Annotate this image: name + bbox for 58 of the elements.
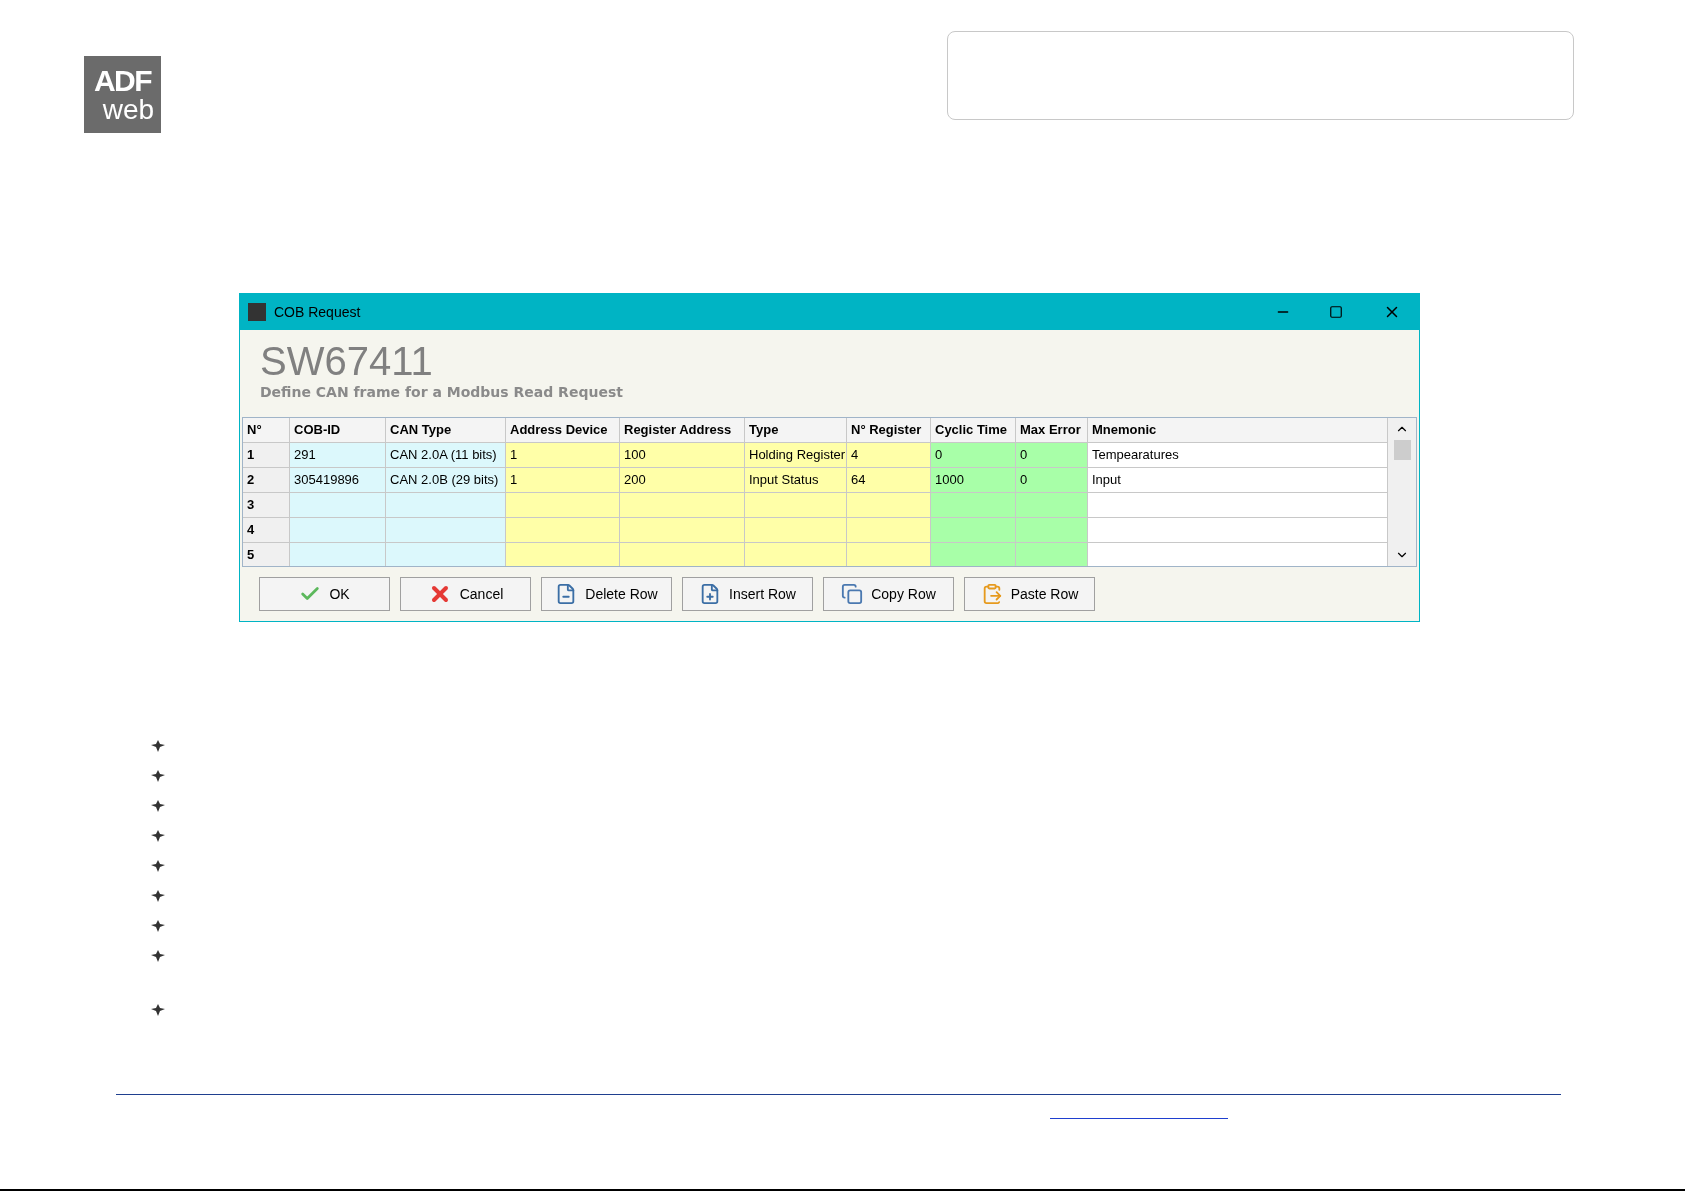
- table-cell: CAN 2.0B (29 bits): [386, 468, 506, 493]
- maximize-icon[interactable]: [1329, 305, 1343, 319]
- app-icon: [248, 303, 266, 321]
- table-cell: Tempearatures: [1088, 443, 1388, 468]
- column-header[interactable]: Cyclic Time: [931, 418, 1016, 443]
- scrollbar[interactable]: [1388, 418, 1416, 566]
- dialog-button[interactable]: Copy Row: [823, 577, 954, 611]
- table-cell: 0: [1016, 468, 1088, 493]
- dialog-button[interactable]: Insert Row: [682, 577, 813, 611]
- bullet-icon: [151, 950, 165, 962]
- dialog-button[interactable]: Cancel: [400, 577, 531, 611]
- row-number: 5: [243, 543, 290, 566]
- bullet-icon: [151, 830, 165, 842]
- column-header[interactable]: Type: [745, 418, 847, 443]
- logo-text: ADF: [93, 65, 152, 96]
- table-cell: 4: [847, 443, 931, 468]
- table-cell: 305419896: [290, 468, 386, 493]
- column-header[interactable]: N°: [243, 418, 290, 443]
- bullet-icon: [151, 860, 165, 872]
- bullet-icon: [151, 740, 165, 752]
- column-header[interactable]: Register Address: [620, 418, 745, 443]
- table-cell: 1: [506, 443, 620, 468]
- row-number: 2: [243, 468, 290, 493]
- table-cell: Input Status: [745, 468, 847, 493]
- table-cell: 64: [847, 468, 931, 493]
- scroll-thumb[interactable]: [1393, 440, 1411, 460]
- bullet-icon: [151, 800, 165, 812]
- dialog-button[interactable]: OK: [259, 577, 390, 611]
- logo-text: web: [102, 95, 155, 124]
- table-cell: 0: [931, 443, 1016, 468]
- window-title: COB Request: [274, 302, 361, 322]
- table-cell: 1: [506, 468, 620, 493]
- table-cell: CAN 2.0A (11 bits): [386, 443, 506, 468]
- column-header[interactable]: CAN Type: [386, 418, 506, 443]
- column-header[interactable]: N° Register: [847, 418, 931, 443]
- dialog-button[interactable]: Delete Row: [541, 577, 672, 611]
- table-cell: Input: [1088, 468, 1388, 493]
- table-cell: 200: [620, 468, 745, 493]
- bullet-icon: [151, 770, 165, 782]
- table-cell: 0: [1016, 443, 1088, 468]
- table-cell: 100: [620, 443, 745, 468]
- copy-icon: [841, 583, 864, 605]
- row-number: 1: [243, 443, 290, 468]
- column-header[interactable]: Address Device: [506, 418, 620, 443]
- bullet-icon: [151, 1004, 165, 1016]
- bullet-icon: [151, 920, 165, 932]
- table-cell: 1000: [931, 468, 1016, 493]
- column-header[interactable]: Max Error: [1016, 418, 1088, 443]
- column-header[interactable]: Mnemonic: [1088, 418, 1388, 443]
- column-header[interactable]: COB-ID: [290, 418, 386, 443]
- bullet-icon: [151, 890, 165, 902]
- row-number: 3: [243, 493, 290, 518]
- heading: SW67411: [260, 340, 434, 382]
- table-cell: Holding Register: [745, 443, 847, 468]
- subtitle: Define CAN frame for a Modbus Read Request: [260, 383, 624, 402]
- table-cell: 291: [290, 443, 386, 468]
- dialog-button[interactable]: Paste Row: [964, 577, 1095, 611]
- row-number: 4: [243, 518, 290, 543]
